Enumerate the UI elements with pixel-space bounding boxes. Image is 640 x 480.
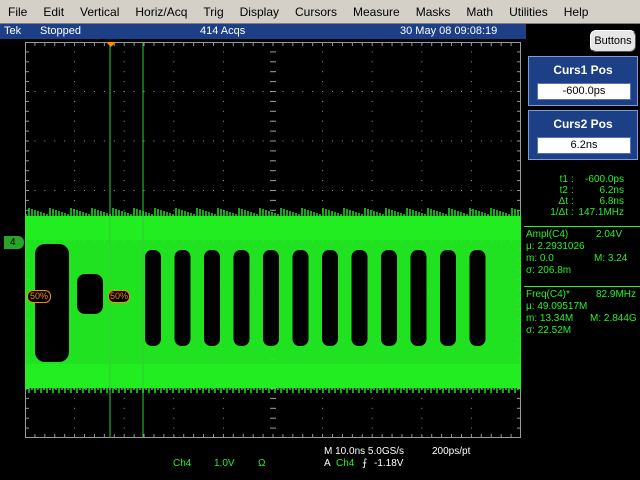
run-state: Stopped (40, 25, 81, 37)
freq-min: m: 13.34M (526, 313, 574, 324)
ampl-min: m: 0.0 (526, 253, 554, 264)
menu-file[interactable]: File (0, 0, 35, 24)
curs2-pos-label: Curs2 Pos (553, 117, 613, 131)
t2-value: 6.2ns (599, 185, 624, 196)
ampl-value: 2.04V (596, 229, 623, 240)
waveform-display[interactable] (25, 42, 521, 438)
horizontal-scale[interactable]: M 10.0ns 5.0GS/s (324, 446, 404, 457)
freq-sigma: σ: 22.52M (526, 325, 572, 336)
freq-mean: μ: 49.09517M (526, 301, 588, 312)
brand-label: Tek (4, 25, 22, 37)
menu-masks[interactable]: Masks (408, 0, 459, 24)
menu-bar: File Edit Vertical Horiz/Acq Trig Displa… (0, 0, 640, 24)
trigger-source[interactable]: Ch4 (336, 458, 354, 469)
ch4-level-marker[interactable]: 4 (4, 236, 24, 249)
ampl-sigma: σ: 206.8m (526, 265, 572, 276)
curs1-pos-control[interactable]: Curs1 Pos -600.0ps (528, 56, 638, 106)
menu-edit[interactable]: Edit (35, 0, 72, 24)
t2-label: t2 (559, 185, 568, 196)
freq-measurement[interactable]: Freq(C4)* 82.9MHz μ: 49.09517M m: 13.34M… (524, 286, 640, 346)
record-resolution: 200ps/pt (432, 446, 471, 457)
ampl-measurement[interactable]: Ampl(C4) 2.04V μ: 2.2931026 m: 0.0 M: 3.… (524, 226, 640, 284)
menu-math[interactable]: Math (458, 0, 501, 24)
curs1-pos-label: Curs1 Pos (553, 63, 613, 77)
ampl-mean: μ: 2.2931026 (526, 241, 585, 252)
ch4-waveform-trace (25, 208, 521, 393)
channel-label[interactable]: Ch4 (173, 458, 191, 469)
curs1-pos-value[interactable]: -600.0ps (537, 83, 631, 100)
curs2-pos-control[interactable]: Curs2 Pos 6.2ns (528, 110, 638, 160)
vertical-scale[interactable]: 1.0V (214, 458, 235, 469)
ampl-max: M: 3.24 (594, 253, 628, 264)
trigger-level-left-label: 50% (29, 291, 48, 301)
trigger-level-marker-left[interactable]: 50% (27, 290, 51, 303)
menu-display[interactable]: Display (232, 0, 287, 24)
buttons-toggle-button[interactable]: Buttons (590, 30, 636, 52)
inverse-delta-t-value: 147.1MHz (578, 207, 624, 218)
delta-t-value: 6.8ns (599, 196, 624, 207)
status-bar: Tek Stopped 414 Acqs 30 May 08 09:08:19 (0, 24, 526, 39)
delta-t-label: Δt (558, 196, 568, 207)
trigger-level-marker-mid[interactable]: 50% (108, 290, 130, 303)
trigger-level-mid-label: 50% (109, 291, 128, 301)
menu-utilities[interactable]: Utilities (501, 0, 556, 24)
ampl-title: Ampl(C4) (526, 229, 569, 240)
freq-value: 82.9MHz (596, 289, 637, 300)
ch4-level-label: 4 (10, 237, 16, 248)
t1-value: -600.0ps (585, 174, 624, 185)
trigger-source-prefix: A (324, 458, 331, 469)
menu-vertical[interactable]: Vertical (72, 0, 127, 24)
inverse-delta-t-label: 1/Δt (550, 207, 568, 218)
input-impedance: Ω (258, 458, 266, 469)
t1-label: t1 (559, 174, 568, 185)
trigger-slope-icon[interactable]: ⨍ (362, 458, 367, 469)
menu-help[interactable]: Help (556, 0, 597, 24)
datetime: 30 May 08 09:08:19 (400, 25, 498, 37)
acquisition-count: 414 Acqs (200, 25, 246, 37)
waveform-graticule (25, 42, 521, 438)
trigger-level[interactable]: -1.18V (374, 458, 403, 469)
freq-title: Freq(C4)* (526, 289, 570, 300)
menu-measure[interactable]: Measure (345, 0, 408, 24)
menu-horiz-acq[interactable]: Horiz/Acq (127, 0, 195, 24)
curs2-pos-value[interactable]: 6.2ns (537, 137, 631, 154)
menu-trig[interactable]: Trig (195, 0, 231, 24)
menu-cursors[interactable]: Cursors (287, 0, 345, 24)
freq-max: M: 2.844G (590, 313, 637, 324)
